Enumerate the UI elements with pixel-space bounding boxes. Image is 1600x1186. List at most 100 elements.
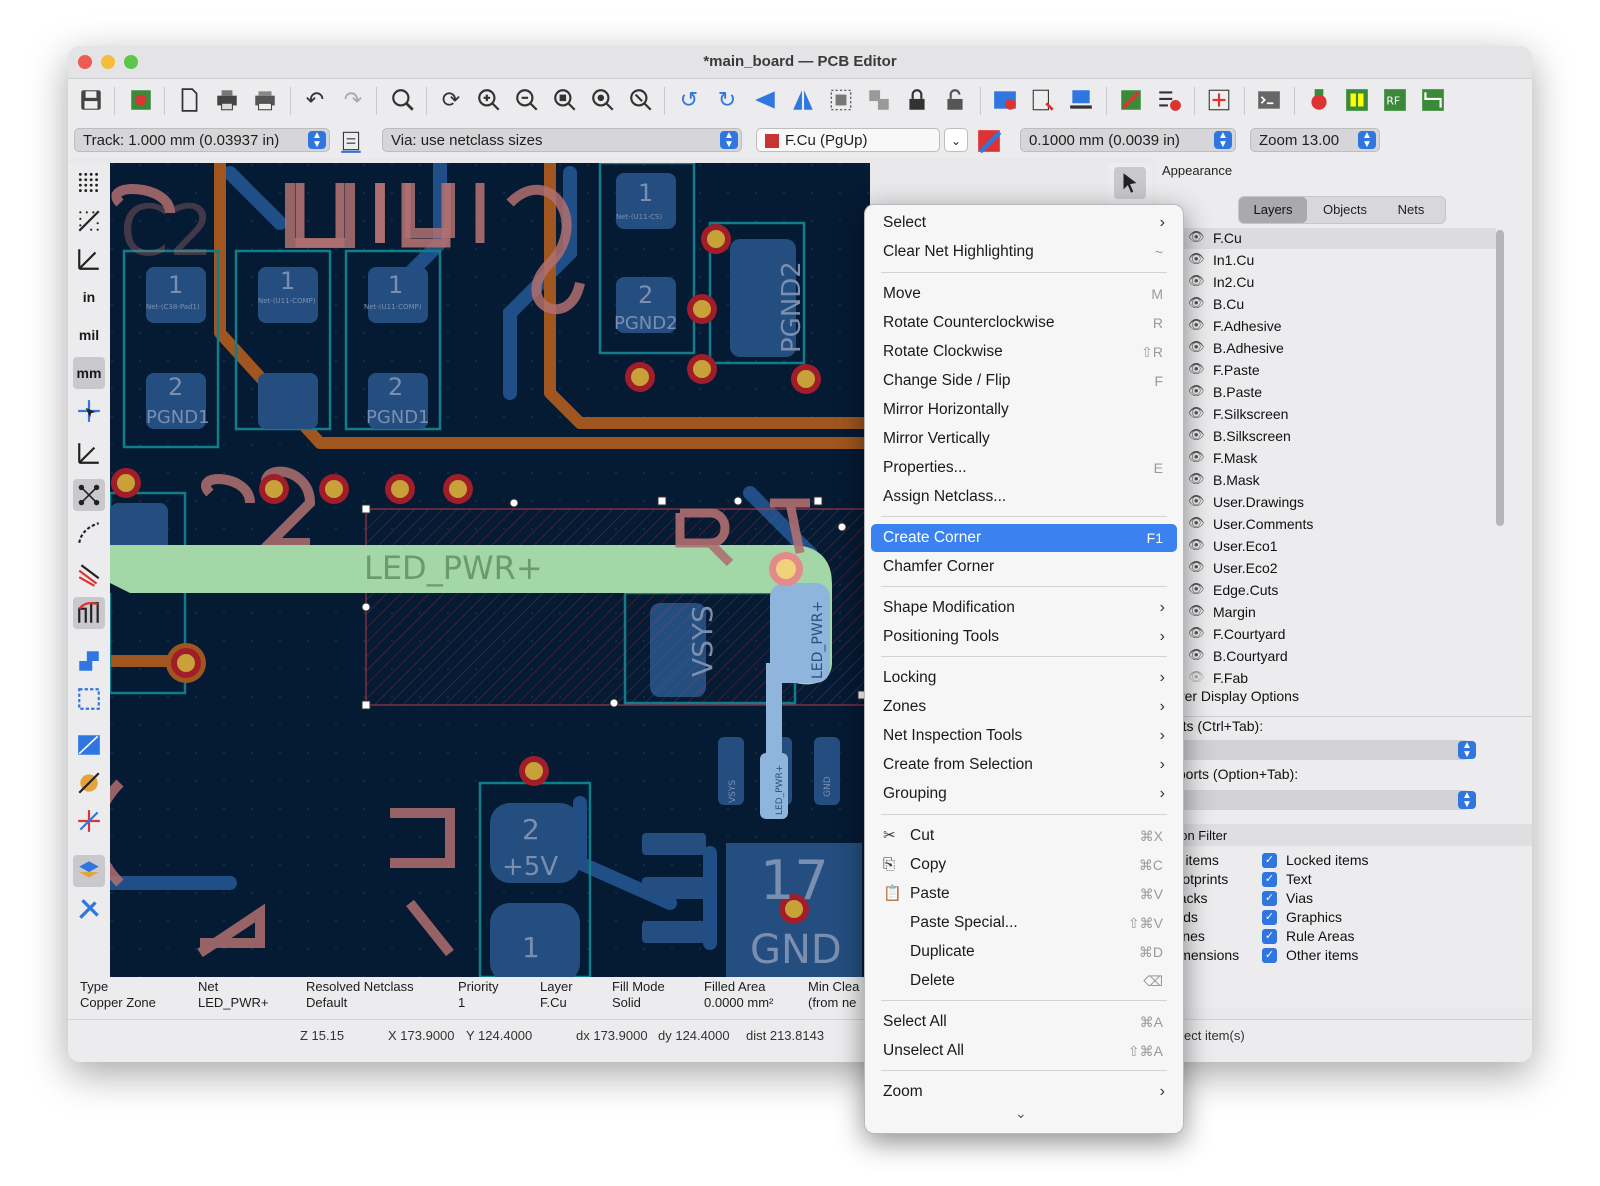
- menu-item-paste[interactable]: 📋 Paste ⌘V: [871, 880, 1177, 908]
- eye-icon[interactable]: 👁: [1188, 625, 1205, 641]
- menu-item-duplicate[interactable]: Duplicate ⌘D: [871, 938, 1177, 966]
- board-setup-icon[interactable]: [126, 85, 156, 115]
- via-size-select[interactable]: Via: use netclass sizes ▲ ▼: [382, 128, 742, 152]
- track-outline-icon[interactable]: [73, 805, 105, 837]
- layer-pair-icon[interactable]: [1066, 85, 1096, 115]
- menu-item-clear-net-highlighting[interactable]: Clear Net Highlighting ~: [871, 238, 1177, 266]
- cursor-shape-icon[interactable]: [73, 395, 105, 427]
- layer-row[interactable]: 👁 F.Paste: [1156, 360, 1496, 381]
- menu-item-create-from-selection[interactable]: Create from Selection ›: [871, 751, 1177, 779]
- menu-item-delete[interactable]: Delete ⌫: [871, 967, 1177, 995]
- layer-row[interactable]: 👁 User.Comments: [1156, 514, 1496, 535]
- tab-layers[interactable]: Layers: [1239, 197, 1307, 223]
- units-mil-button[interactable]: mil: [73, 319, 105, 351]
- ratsnest-icon[interactable]: [73, 479, 105, 511]
- zoom-select[interactable]: Zoom 13.00 ▲ ▼: [1250, 128, 1380, 152]
- tab-nets[interactable]: Nets: [1381, 197, 1441, 223]
- eye-icon[interactable]: 👁: [1188, 405, 1205, 421]
- layer-pair-swatch-icon[interactable]: [974, 126, 1004, 156]
- zone-fill-icon[interactable]: [73, 645, 105, 677]
- grid-size-select[interactable]: 0.1000 mm (0.0039 in) ▲ ▼: [1020, 128, 1236, 152]
- layer-dropdown-button[interactable]: ⌄: [944, 128, 968, 152]
- eye-icon[interactable]: 👁: [1188, 493, 1205, 509]
- rotate-cw-icon[interactable]: ↻: [712, 85, 742, 115]
- menu-item-shape-modification[interactable]: Shape Modification ›: [871, 594, 1177, 622]
- menu-item-move[interactable]: Move M: [871, 280, 1177, 308]
- menu-item-rotate-cw[interactable]: Rotate Clockwise ⇧R: [871, 338, 1177, 366]
- eye-icon[interactable]: 👁: [1188, 581, 1205, 597]
- menu-item-mirror-horizontally[interactable]: Mirror Horizontally: [871, 396, 1177, 424]
- zoom-selection-icon[interactable]: [626, 85, 656, 115]
- menu-item-assign-netclass[interactable]: Assign Netclass...: [871, 483, 1177, 511]
- layer-row[interactable]: 👁 B.Adhesive: [1156, 338, 1496, 359]
- track-display-icon[interactable]: [73, 597, 105, 629]
- eye-icon[interactable]: 👁: [1188, 251, 1205, 267]
- layer-row[interactable]: 👁 F.Fab: [1156, 668, 1496, 689]
- checkbox-vias[interactable]: ✓: [1262, 891, 1277, 906]
- presets-select[interactable]: ▲ ▼: [1160, 740, 1476, 760]
- layer-list-scrollbar[interactable]: [1496, 230, 1504, 526]
- layer-row[interactable]: 👁 Margin: [1156, 602, 1496, 623]
- menu-item-zoom[interactable]: Zoom ›: [871, 1078, 1177, 1106]
- lock-icon[interactable]: [902, 85, 932, 115]
- eye-icon[interactable]: 👁: [1188, 537, 1205, 553]
- via-display-icon[interactable]: [73, 767, 105, 799]
- menu-item-select[interactable]: Select ›: [871, 209, 1177, 237]
- layer-row[interactable]: 👁 User.Eco2: [1156, 558, 1496, 579]
- layer-row[interactable]: 👁 In1.Cu: [1156, 250, 1496, 271]
- eye-hidden-icon[interactable]: 👁: [1188, 669, 1205, 685]
- checklist-icon[interactable]: [1154, 85, 1184, 115]
- undo-icon[interactable]: ↶: [300, 85, 330, 115]
- menu-item-net-inspection-tools[interactable]: Net Inspection Tools ›: [871, 722, 1177, 750]
- menu-item-grouping[interactable]: Grouping ›: [871, 780, 1177, 808]
- menu-item-locking[interactable]: Locking ›: [871, 664, 1177, 692]
- menu-item-zones[interactable]: Zones ›: [871, 693, 1177, 721]
- menu-item-positioning-tools[interactable]: Positioning Tools ›: [871, 623, 1177, 651]
- checkbox-text[interactable]: ✓: [1262, 872, 1277, 887]
- eye-icon[interactable]: 👁: [1188, 515, 1205, 531]
- menu-item-create-corner[interactable]: Create Corner F1: [871, 524, 1177, 552]
- rf-tools-icon[interactable]: RF: [1380, 85, 1410, 115]
- menu-item-cut[interactable]: ✂ Cut ⌘X: [871, 822, 1177, 850]
- checkbox-rule-areas[interactable]: ✓: [1262, 929, 1277, 944]
- layer-row[interactable]: 👁 User.Drawings: [1156, 492, 1496, 513]
- menu-item-mirror-vertically[interactable]: Mirror Vertically: [871, 425, 1177, 453]
- auto-track-width-icon[interactable]: [336, 126, 366, 156]
- schematic-icon[interactable]: [1204, 85, 1234, 115]
- select-tool-icon[interactable]: [1114, 167, 1146, 199]
- tools-icon[interactable]: [73, 893, 105, 925]
- footprint-browser-icon[interactable]: [1342, 85, 1372, 115]
- footprint-editor-icon[interactable]: [1304, 85, 1334, 115]
- units-mm-button[interactable]: mm: [73, 357, 105, 389]
- scripting-console-icon[interactable]: [1254, 85, 1284, 115]
- units-inch-button[interactable]: in: [73, 281, 105, 313]
- filter-graphics[interactable]: Graphics: [1286, 909, 1342, 925]
- page-settings-icon[interactable]: [174, 85, 204, 115]
- eye-icon[interactable]: 👁: [1188, 647, 1205, 663]
- checkbox-graphics[interactable]: ✓: [1262, 910, 1277, 925]
- layer-row[interactable]: 👁 Edge.Cuts: [1156, 580, 1496, 601]
- eye-icon[interactable]: 👁: [1188, 449, 1205, 465]
- zoom-objects-icon[interactable]: [588, 85, 618, 115]
- zoom-in-icon[interactable]: [474, 85, 504, 115]
- unlock-icon[interactable]: [940, 85, 970, 115]
- layers-manager-icon[interactable]: [73, 855, 105, 887]
- menu-item-rotate-ccw[interactable]: Rotate Counterclockwise R: [871, 309, 1177, 337]
- eye-icon[interactable]: 👁: [1188, 603, 1205, 619]
- plot-icon[interactable]: [250, 85, 280, 115]
- netlist-update-icon[interactable]: [1116, 85, 1146, 115]
- group-icon[interactable]: [826, 85, 856, 115]
- menu-item-select-all[interactable]: Select All ⌘A: [871, 1008, 1177, 1036]
- track-width-select[interactable]: Track: 1.000 mm (0.03937 in) ▲ ▼: [74, 128, 330, 152]
- eye-icon[interactable]: 👁: [1188, 427, 1205, 443]
- autorouter-icon[interactable]: [1418, 85, 1448, 115]
- eye-icon[interactable]: 👁: [1188, 317, 1205, 333]
- checkbox-locked-items[interactable]: ✓: [1262, 853, 1277, 868]
- eye-icon[interactable]: 👁: [1188, 339, 1205, 355]
- viewports-select[interactable]: ▲ ▼: [1160, 790, 1476, 810]
- local-ratsnest-icon[interactable]: [73, 437, 105, 469]
- find-icon[interactable]: [388, 85, 418, 115]
- rotate-ccw-icon[interactable]: ↺: [674, 85, 704, 115]
- layer-row[interactable]: 👁 F.Silkscreen: [1156, 404, 1496, 425]
- eye-icon[interactable]: 👁: [1188, 471, 1205, 487]
